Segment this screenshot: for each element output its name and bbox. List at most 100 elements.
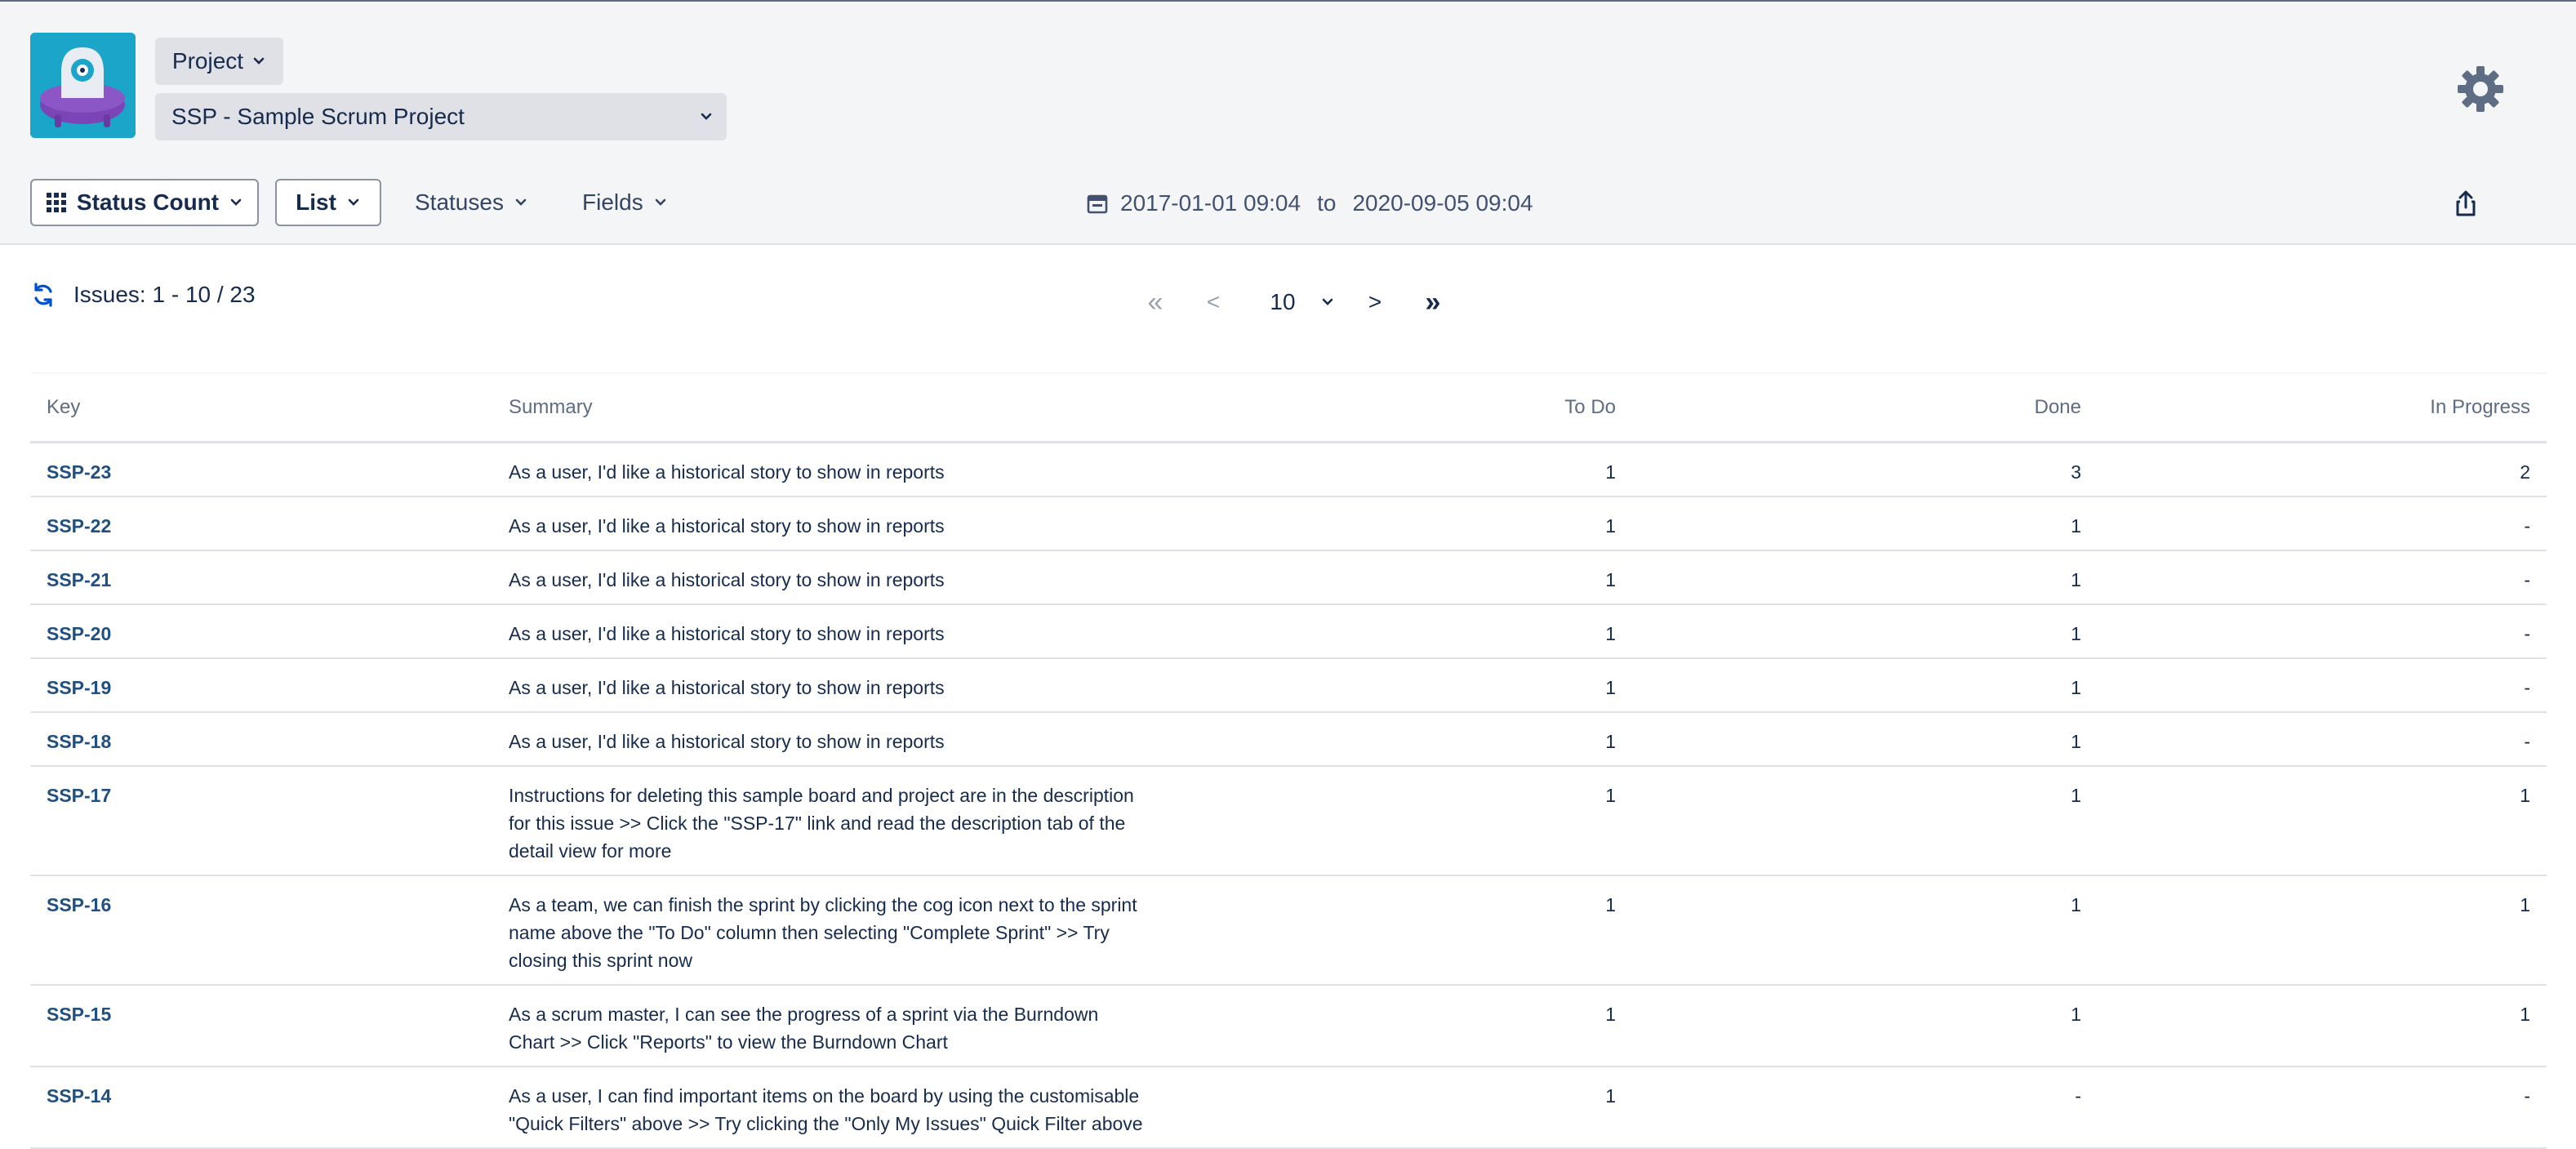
- cell-todo: 1: [1309, 442, 1632, 497]
- column-header-in-progress[interactable]: In Progress: [2098, 372, 2547, 443]
- cell-summary: As a user, I'd like a historical story t…: [492, 712, 1309, 767]
- issue-key-link[interactable]: SSP-15: [47, 1004, 111, 1025]
- cell-in-progress: 1: [2098, 766, 2547, 876]
- column-header-summary[interactable]: Summary: [492, 372, 1309, 443]
- issue-key-link[interactable]: SSP-14: [47, 1085, 111, 1107]
- cell-done: 1: [1632, 766, 2098, 876]
- grid-icon: [46, 193, 66, 212]
- gear-icon: [2458, 66, 2503, 112]
- issue-summary: As a team, we can finish the sprint by c…: [509, 894, 1137, 971]
- cell-summary: As a scrum master, I can see the progres…: [492, 985, 1309, 1067]
- chevron-down-icon: [348, 198, 359, 206]
- app-logo: [30, 33, 136, 138]
- column-header-todo[interactable]: To Do: [1309, 372, 1632, 443]
- fields-label: Fields: [582, 189, 643, 215]
- cell-summary: As a user, I'd like a historical story t…: [492, 604, 1309, 659]
- issue-summary: As a user, I'd like a historical story t…: [509, 677, 945, 698]
- cell-key: SSP-19: [30, 658, 492, 713]
- cell-key: SSP-16: [30, 875, 492, 986]
- issue-summary: As a user, I'd like a historical story t…: [509, 623, 945, 644]
- project-dropdown[interactable]: SSP - Sample Scrum Project: [155, 93, 727, 140]
- view-mode-button[interactable]: List: [275, 179, 381, 226]
- cell-in-progress: 1: [2098, 985, 2547, 1067]
- date-to: 2020-09-05 09:04: [1352, 190, 1533, 216]
- pagination: « < 10 > »: [1139, 284, 1449, 320]
- export-button[interactable]: [2449, 188, 2482, 220]
- chevron-down-icon: [253, 57, 265, 65]
- prev-page-button[interactable]: <: [1201, 289, 1226, 315]
- cell-done: 1: [1632, 658, 2098, 713]
- cell-done: 1: [1632, 497, 2098, 551]
- table-row: SSP-18 As a user, I'd like a historical …: [30, 712, 2547, 767]
- issue-key-link[interactable]: SSP-23: [47, 461, 111, 483]
- cell-key: SSP-15: [30, 985, 492, 1067]
- cell-key: SSP-21: [30, 550, 492, 605]
- table-row: SSP-17 Instructions for deleting this sa…: [30, 766, 2547, 876]
- chevron-down-icon: [230, 198, 242, 206]
- cell-key: SSP-23: [30, 442, 492, 497]
- date-range-picker[interactable]: 2017-01-01 09:04 to 2020-09-05 09:04: [1086, 185, 1533, 222]
- cell-done: 1: [1632, 712, 2098, 767]
- issue-key-link[interactable]: SSP-16: [47, 894, 111, 915]
- refresh-icon[interactable]: [31, 282, 56, 308]
- alien-ufo-logo-icon: [30, 33, 136, 138]
- report-type-label: Status Count: [76, 189, 220, 215]
- column-header-key[interactable]: Key: [30, 372, 492, 443]
- table-row: SSP-14 As a user, I can find important i…: [30, 1067, 2547, 1149]
- issue-key-link[interactable]: SSP-20: [47, 623, 111, 644]
- issue-key-link[interactable]: SSP-17: [47, 785, 111, 806]
- statuses-filter-button[interactable]: Statuses: [415, 179, 528, 226]
- project-type-dropdown[interactable]: Project: [155, 38, 283, 85]
- date-from: 2017-01-01 09:04: [1120, 190, 1301, 216]
- issue-key-link[interactable]: SSP-19: [47, 677, 111, 698]
- cell-key: SSP-17: [30, 766, 492, 876]
- cell-done: 1: [1632, 604, 2098, 659]
- issue-summary: As a user, I'd like a historical story t…: [509, 515, 945, 537]
- cell-done: 1: [1632, 985, 2098, 1067]
- issue-key-link[interactable]: SSP-21: [47, 569, 111, 590]
- report-type-button[interactable]: Status Count: [30, 179, 259, 226]
- issue-key-link[interactable]: SSP-22: [47, 515, 111, 537]
- cell-todo: 1: [1309, 1067, 1632, 1149]
- cell-key: SSP-14: [30, 1067, 492, 1149]
- cell-in-progress: -: [2098, 497, 2547, 551]
- table-row: SSP-20 As a user, I'd like a historical …: [30, 604, 2547, 659]
- cell-done: 1: [1632, 875, 2098, 986]
- issues-table-container: Key Summary To Do Done In Progress SSP-2…: [30, 372, 2547, 1149]
- issue-summary: As a user, I'd like a historical story t…: [509, 569, 945, 590]
- table-row: SSP-16 As a team, we can finish the spri…: [30, 875, 2547, 986]
- first-page-button[interactable]: «: [1139, 287, 1172, 318]
- table-row: SSP-23 As a user, I'd like a historical …: [30, 442, 2547, 497]
- settings-button[interactable]: [2454, 63, 2507, 115]
- issue-summary: As a user, I'd like a historical story t…: [509, 461, 945, 483]
- cell-todo: 1: [1309, 497, 1632, 551]
- cell-in-progress: -: [2098, 1067, 2547, 1149]
- issue-summary: As a scrum master, I can see the progres…: [509, 1004, 1099, 1053]
- cell-summary: As a user, I can find important items on…: [492, 1067, 1309, 1149]
- cell-done: 1: [1632, 550, 2098, 605]
- cell-todo: 1: [1309, 658, 1632, 713]
- issue-summary: As a user, I'd like a historical story t…: [509, 731, 945, 752]
- chevron-down-icon: [515, 198, 527, 206]
- cell-summary: As a user, I'd like a historical story t…: [492, 658, 1309, 713]
- statuses-label: Statuses: [415, 189, 504, 215]
- cell-done: 3: [1632, 442, 2098, 497]
- cell-summary: As a user, I'd like a historical story t…: [492, 442, 1309, 497]
- issues-count-label: Issues: 1 - 10 / 23: [73, 282, 256, 307]
- next-page-button[interactable]: >: [1363, 289, 1387, 315]
- page-size-chevron-down-icon[interactable]: [1320, 295, 1335, 310]
- page-size-value[interactable]: 10: [1258, 289, 1307, 315]
- column-header-done[interactable]: Done: [1632, 372, 2098, 443]
- cell-todo: 1: [1309, 875, 1632, 986]
- cell-summary: As a user, I'd like a historical story t…: [492, 550, 1309, 605]
- view-mode-label: List: [296, 189, 336, 215]
- chevron-down-icon: [701, 113, 712, 120]
- fields-filter-button[interactable]: Fields: [582, 179, 668, 226]
- cell-key: SSP-20: [30, 604, 492, 659]
- issue-key-link[interactable]: SSP-18: [47, 731, 111, 752]
- last-page-button[interactable]: »: [1417, 287, 1449, 318]
- date-to-word: to: [1317, 190, 1337, 216]
- cell-todo: 1: [1309, 550, 1632, 605]
- issues-table: Key Summary To Do Done In Progress SSP-2…: [30, 372, 2547, 1149]
- cell-in-progress: -: [2098, 604, 2547, 659]
